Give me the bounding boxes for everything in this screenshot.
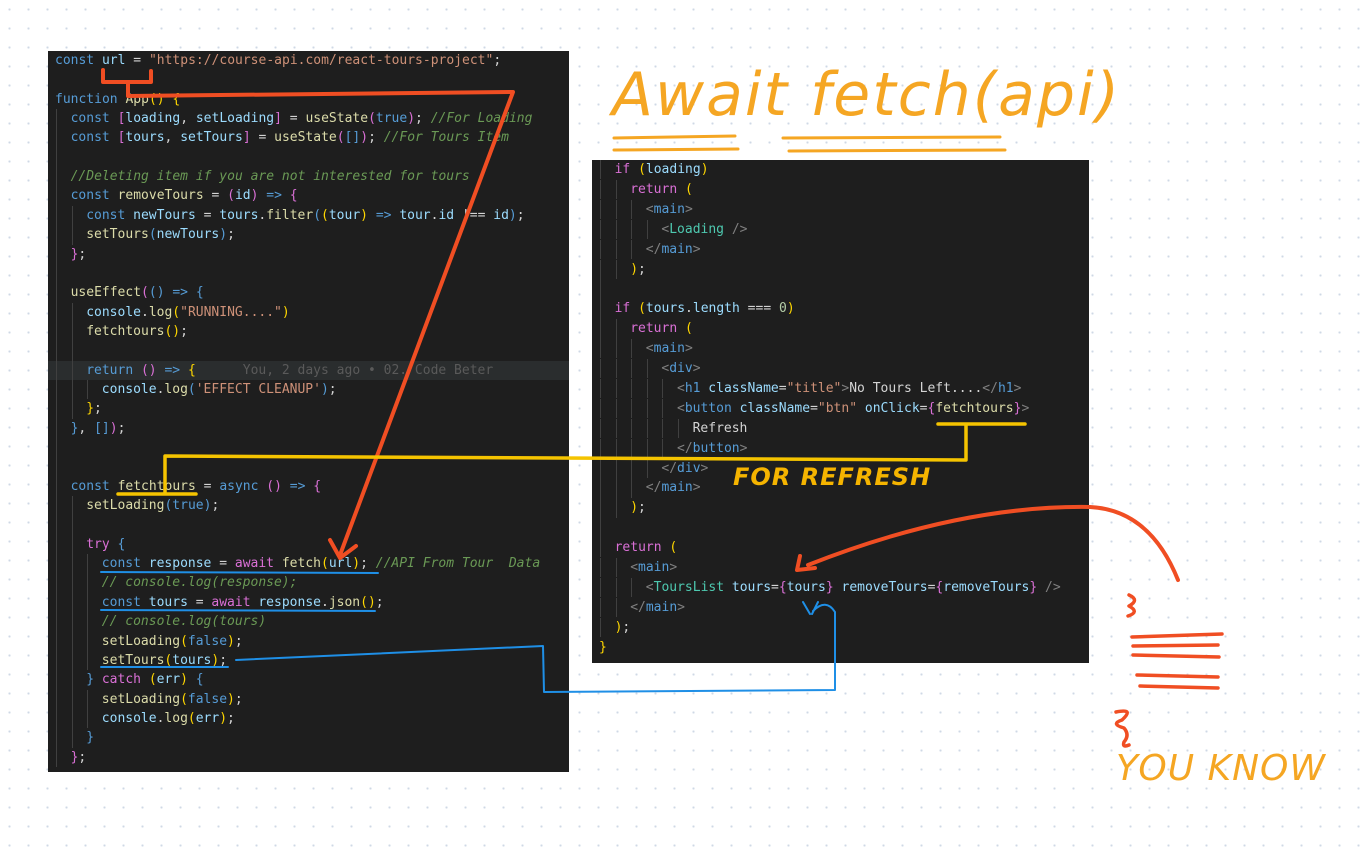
red-equals-scribble [1114,593,1224,748]
title-underline [612,134,1007,153]
yellow-link-fetchtours [116,422,1027,496]
annotation-layer [100,68,1224,748]
red-arrow-return [795,504,1180,582]
blue-link-tours [100,571,836,693]
